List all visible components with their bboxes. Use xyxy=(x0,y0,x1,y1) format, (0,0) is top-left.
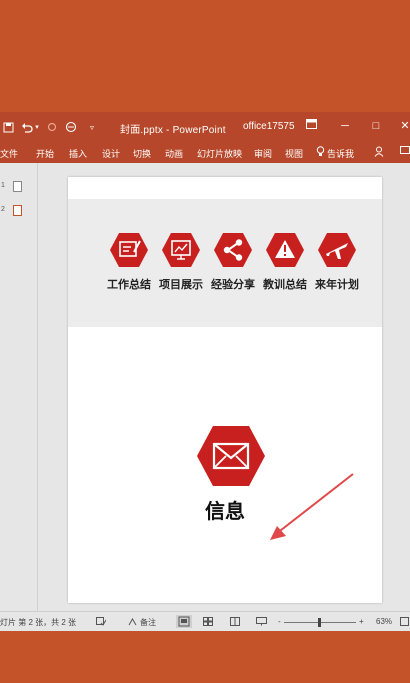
undo-icon[interactable] xyxy=(20,120,34,134)
slide-item-experience-sharing[interactable]: 经验分享 xyxy=(208,232,258,292)
slideshow-view-icon[interactable] xyxy=(256,617,267,628)
annotation-arrow xyxy=(270,473,354,540)
share-nodes-icon xyxy=(214,233,252,267)
save-icon[interactable] xyxy=(2,120,14,134)
tell-me-search[interactable]: 告诉我 xyxy=(327,147,354,160)
tab-home[interactable]: 开始 xyxy=(36,147,54,160)
slide-item-label: 教训总结 xyxy=(263,279,307,291)
slide-sorter-view-icon[interactable] xyxy=(203,617,213,628)
desktop-background-top xyxy=(0,0,410,112)
ribbon-tabs: 文件 开始 插入 设计 切换 动画 幻灯片放映 审阅 视图 告诉我 xyxy=(0,143,410,163)
comment-icon[interactable] xyxy=(400,146,410,159)
slide-thumbnail-2[interactable] xyxy=(13,205,22,216)
slide-item-project-showcase[interactable]: 项目展示 xyxy=(156,232,206,292)
zoom-level[interactable]: 63% xyxy=(376,617,392,626)
thumb-number-2: 2 xyxy=(1,206,5,213)
slide-item-label: 来年计划 xyxy=(315,279,359,291)
reading-view-icon[interactable] xyxy=(230,617,240,628)
notes-icon[interactable] xyxy=(128,617,137,628)
tab-transitions[interactable]: 切换 xyxy=(133,147,151,160)
title-bar: ▾ ▿ 封面.pptx - PowerPoint office17575 ─ □… xyxy=(0,112,410,143)
document-edit-icon xyxy=(110,233,148,267)
undo-dropdown-icon[interactable]: ▾ xyxy=(34,120,40,134)
status-bar: 灯片 第 2 张，共 2 张 备注 - + 63% xyxy=(0,611,410,631)
zoom-out-button[interactable]: - xyxy=(278,617,281,626)
close-button[interactable]: ✕ xyxy=(398,119,410,133)
account-name[interactable]: office17575 xyxy=(243,121,295,132)
desktop-background-bottom xyxy=(0,631,410,683)
slide-item-work-summary[interactable]: 工作总结 xyxy=(104,232,154,292)
slide-item-next-year-plan[interactable]: 来年计划 xyxy=(312,232,362,292)
zoom-in-button[interactable]: + xyxy=(359,617,364,626)
thumb-number-1: 1 xyxy=(1,182,5,189)
tab-animations[interactable]: 动画 xyxy=(165,147,183,160)
share-icon[interactable] xyxy=(374,146,385,160)
warning-icon xyxy=(266,233,304,267)
slide-thumbnail-pane[interactable]: 1 2 xyxy=(0,163,38,611)
spellcheck-icon[interactable] xyxy=(96,617,107,628)
presentation-board-icon xyxy=(162,233,200,267)
ribbon-display-icon[interactable] xyxy=(304,119,318,133)
slide-item-label: 项目展示 xyxy=(159,279,203,291)
redo-icon[interactable] xyxy=(46,120,58,134)
slideshow-start-icon[interactable] xyxy=(64,120,78,134)
tab-slideshow[interactable]: 幻灯片放映 xyxy=(197,147,242,160)
editor-workspace: 1 2 工作总结 项目展示 经验分享 教训总结 来年计划 信息 xyxy=(0,163,410,611)
notes-button[interactable]: 备注 xyxy=(140,617,156,628)
slide-item-lessons-learned[interactable]: 教训总结 xyxy=(260,232,310,292)
airplane-icon xyxy=(318,233,356,267)
fit-to-window-icon[interactable] xyxy=(400,617,409,628)
slide-thumbnail-1[interactable] xyxy=(13,181,22,192)
envelope-icon[interactable] xyxy=(196,425,266,487)
document-title: 封面.pptx - PowerPoint xyxy=(120,125,226,136)
slide-item-label: 工作总结 xyxy=(107,279,151,291)
minimize-button[interactable]: ─ xyxy=(338,119,352,133)
tab-view[interactable]: 视图 xyxy=(285,147,303,160)
tab-insert[interactable]: 插入 xyxy=(69,147,87,160)
tab-design[interactable]: 设计 xyxy=(102,147,120,160)
tab-file[interactable]: 文件 xyxy=(0,147,18,160)
normal-view-icon[interactable] xyxy=(176,615,192,628)
zoom-slider-thumb[interactable] xyxy=(318,618,321,627)
lightbulb-icon xyxy=(316,146,325,160)
slide-item-label: 经验分享 xyxy=(211,279,255,291)
customize-toolbar-icon[interactable]: ▿ xyxy=(88,120,96,134)
slide-count-status: 灯片 第 2 张，共 2 张 xyxy=(0,618,77,627)
tab-review[interactable]: 审阅 xyxy=(254,147,272,160)
maximize-button[interactable]: □ xyxy=(369,119,383,133)
